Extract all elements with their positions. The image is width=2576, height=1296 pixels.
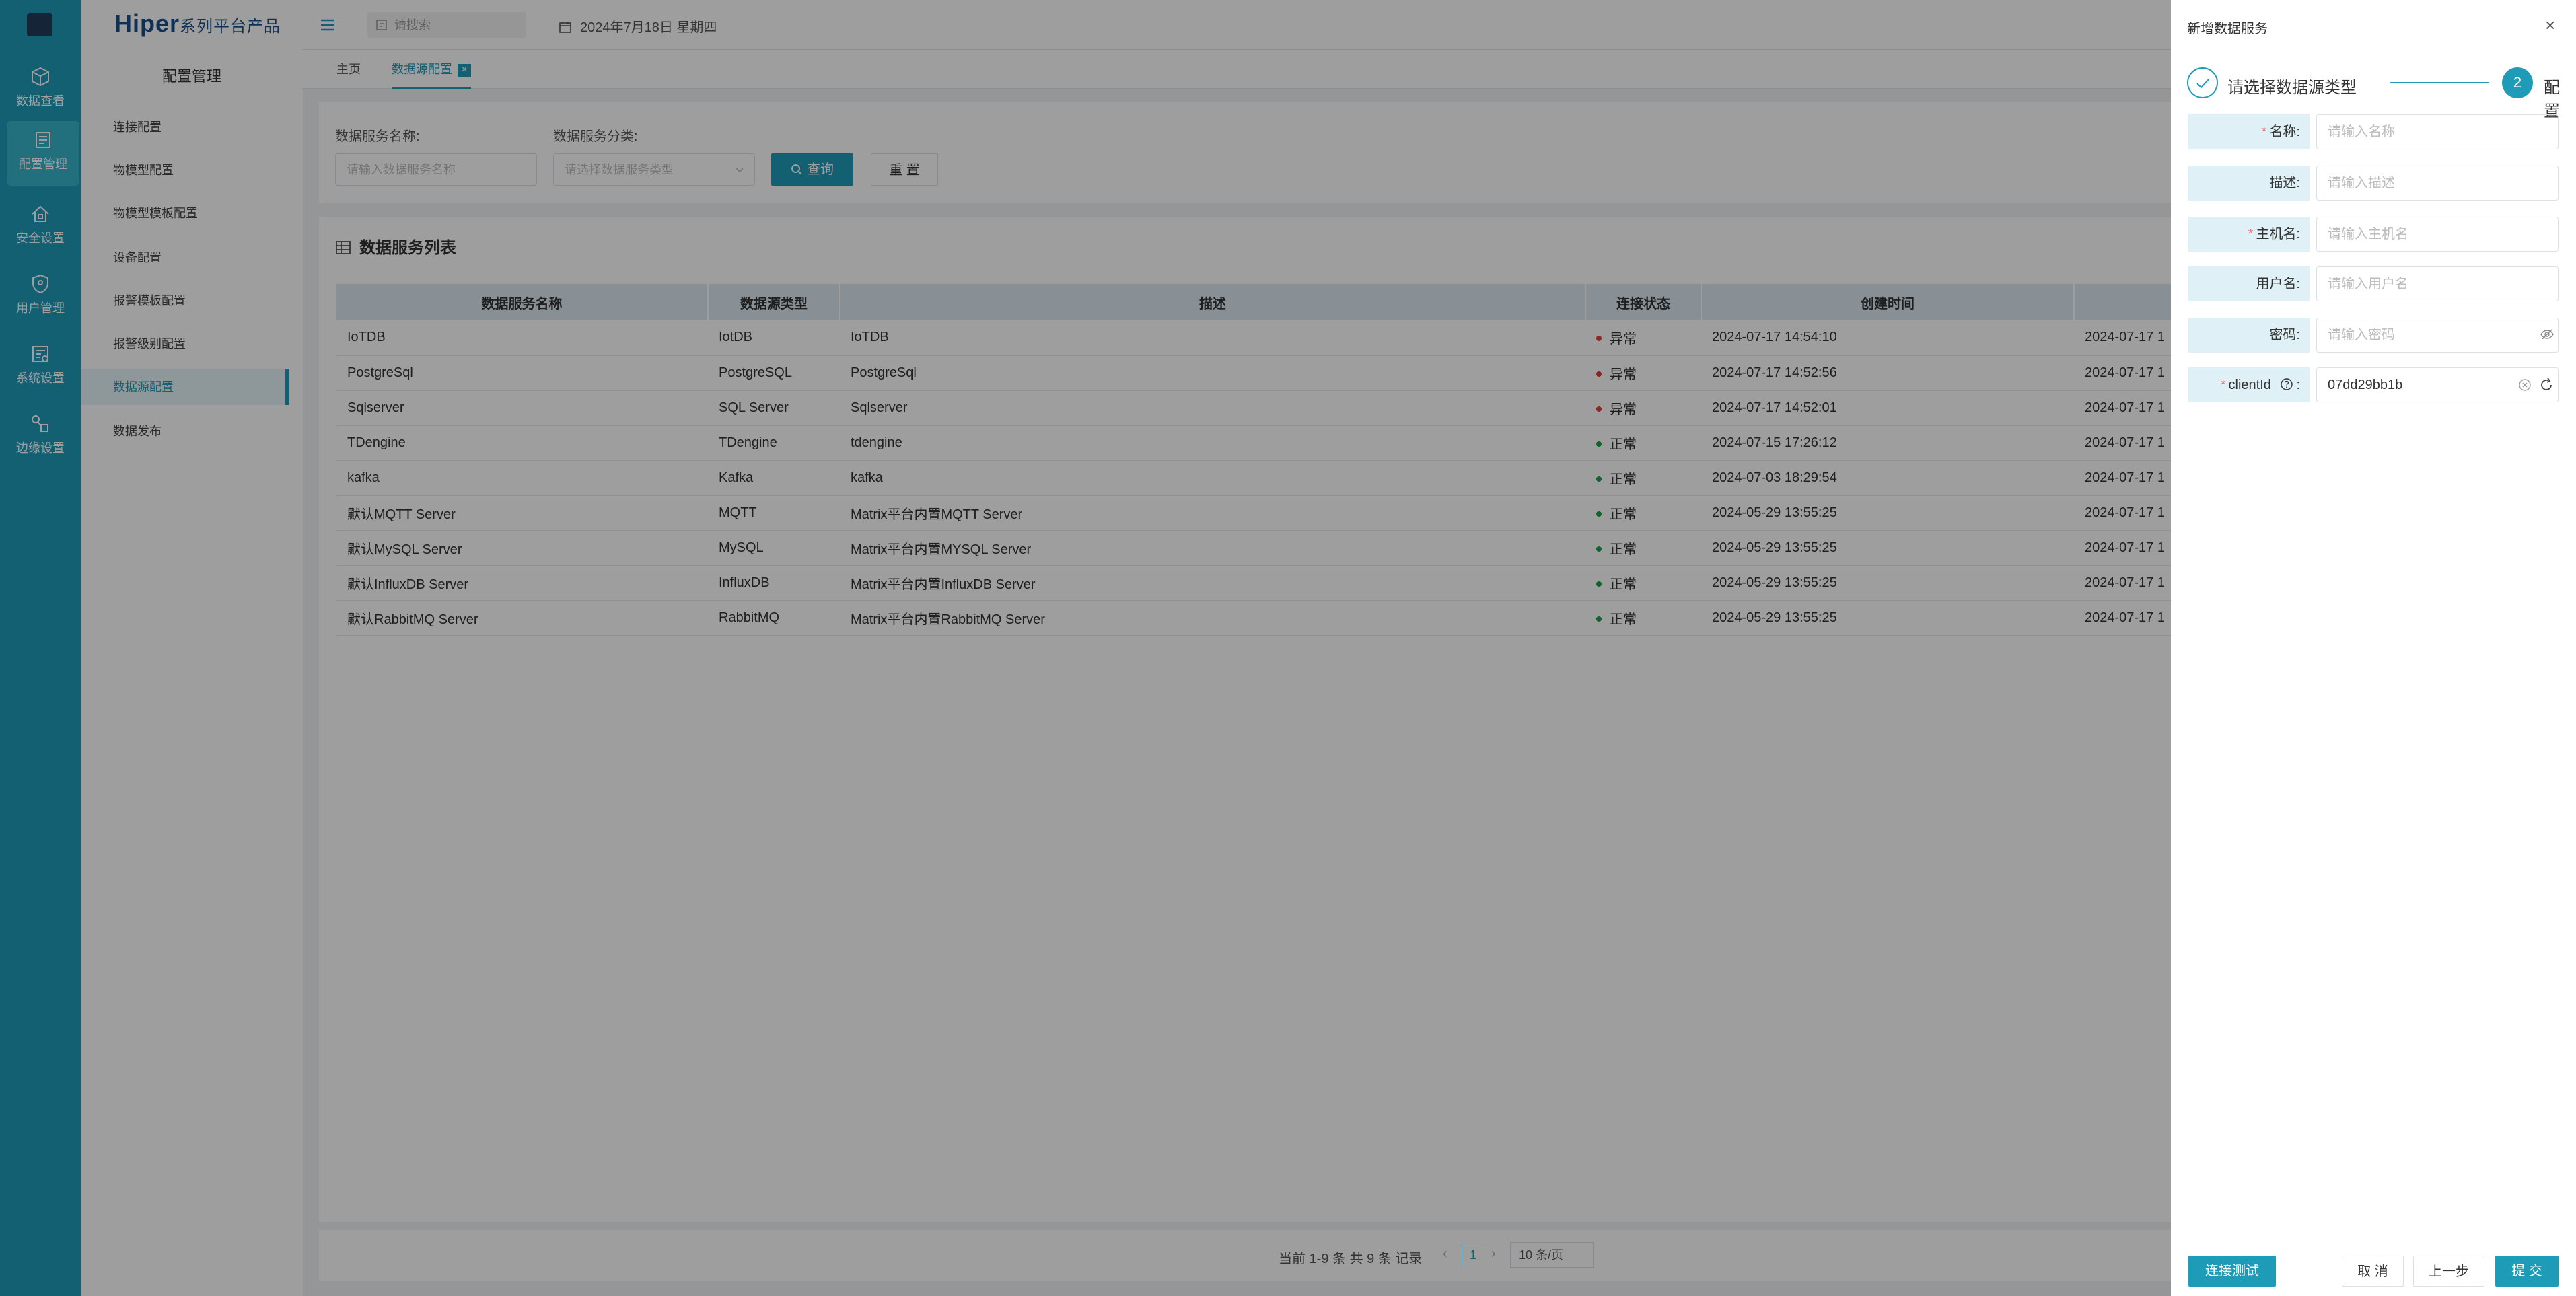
step-1-circle[interactable] <box>2187 67 2218 98</box>
field-label-text: 主机名: <box>2256 227 2300 242</box>
required-mark: * <box>2248 227 2254 242</box>
submit-button[interactable]: 提 交 <box>2495 1256 2559 1287</box>
add-service-drawer: 新增数据服务 × 请选择数据源类型 2 配置 * 名称: 请输入名称 描述: 请输… <box>2171 0 2576 1296</box>
clientid-colon: : <box>2296 377 2300 392</box>
help-icon[interactable] <box>2280 377 2293 391</box>
steps: 请选择数据源类型 2 配置 <box>2187 67 2564 120</box>
close-icon[interactable]: × <box>2545 16 2555 34</box>
check-icon <box>2196 78 2210 89</box>
username-input[interactable]: 请输入用户名 <box>2316 266 2559 301</box>
required-mark: * <box>2220 377 2226 392</box>
test-connection-button[interactable]: 连接测试 <box>2188 1256 2276 1287</box>
field-clientid: * clientId : 07dd29bb1b <box>2188 367 2559 402</box>
field-username-label: 用户名: <box>2188 266 2310 301</box>
field-desc: 描述: 请输入描述 <box>2188 166 2559 201</box>
field-host: * 主机名: 请输入主机名 <box>2188 217 2559 252</box>
step-1-title[interactable]: 请选择数据源类型 <box>2227 74 2357 98</box>
field-name-label: * 名称: <box>2188 114 2310 149</box>
required-mark: * <box>2261 124 2267 139</box>
step-connector <box>2390 82 2489 83</box>
field-label-text: 名称: <box>2269 124 2300 139</box>
name-input[interactable]: 请输入名称 <box>2316 114 2559 149</box>
desc-input[interactable]: 请输入描述 <box>2316 166 2559 201</box>
clear-icon[interactable] <box>2518 378 2532 392</box>
refresh-icon[interactable] <box>2538 377 2554 393</box>
field-clientid-label: * clientId : <box>2188 367 2310 402</box>
host-input[interactable]: 请输入主机名 <box>2316 217 2559 252</box>
field-password-label: 密码: <box>2188 318 2310 353</box>
field-name: * 名称: 请输入名称 <box>2188 114 2559 149</box>
field-password: 密码: 请输入密码 <box>2188 318 2559 353</box>
prev-step-button[interactable]: 上一步 <box>2413 1256 2484 1287</box>
password-input[interactable]: 请输入密码 <box>2316 318 2559 353</box>
field-host-label: * 主机名: <box>2188 217 2310 252</box>
field-desc-label: 描述: <box>2188 166 2310 201</box>
eye-off-icon[interactable] <box>2540 327 2554 342</box>
field-username: 用户名: 请输入用户名 <box>2188 266 2559 301</box>
drawer-title: 新增数据服务 <box>2187 22 2268 36</box>
field-label-text: clientId <box>2228 377 2271 392</box>
step-2-circle: 2 <box>2502 67 2533 98</box>
cancel-button[interactable]: 取 消 <box>2342 1256 2404 1287</box>
